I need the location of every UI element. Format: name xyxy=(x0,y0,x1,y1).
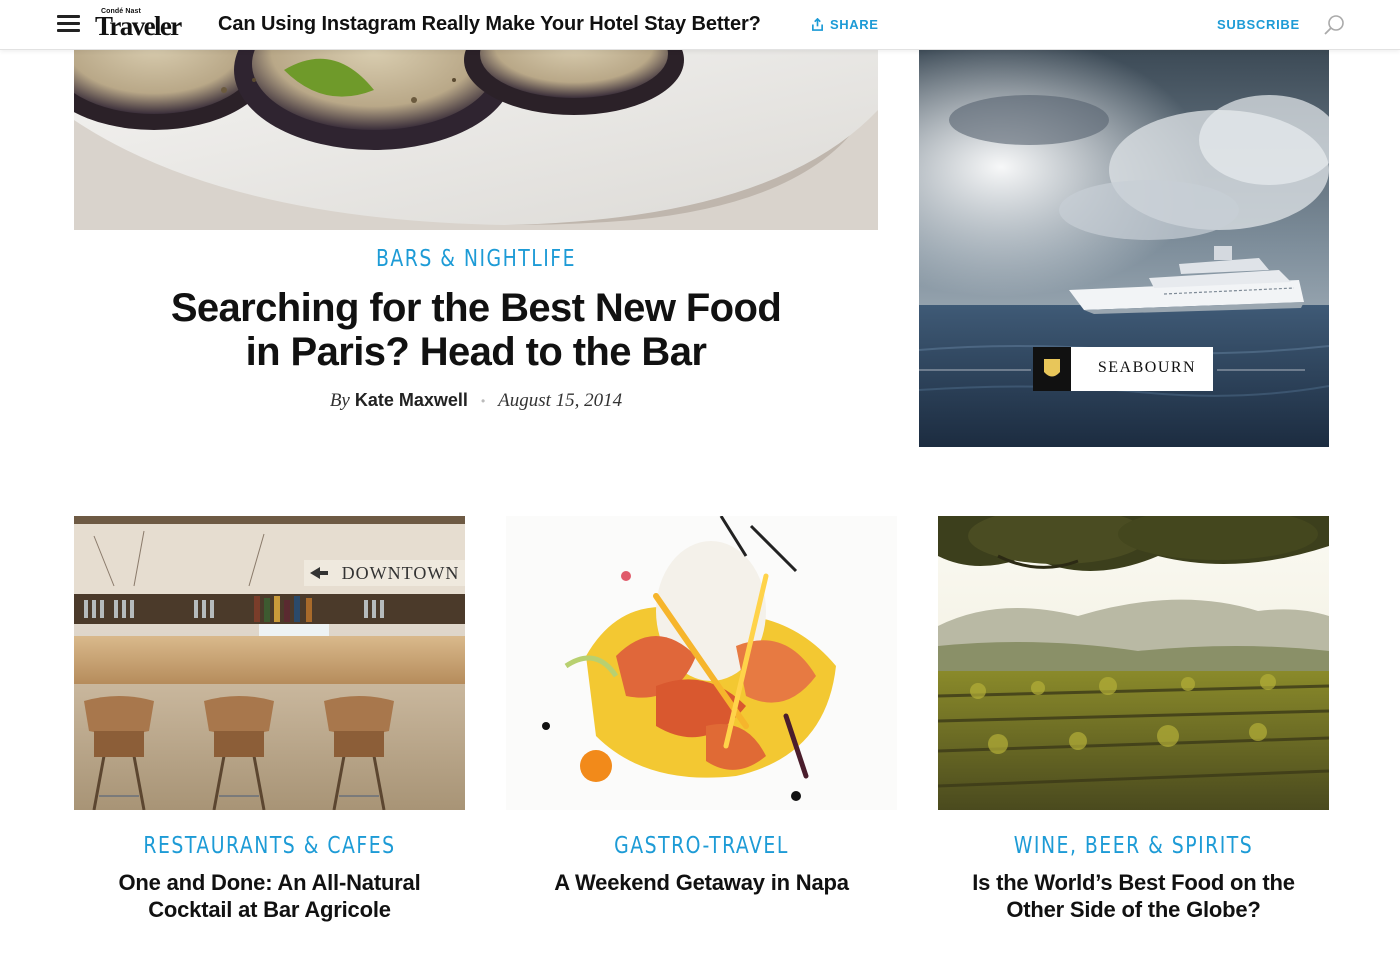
author-link[interactable]: Kate Maxwell xyxy=(355,390,468,410)
current-article-title: Can Using Instagram Really Make Your Hot… xyxy=(218,13,761,35)
share-button[interactable]: SHARE xyxy=(811,17,879,32)
featured-category-link[interactable]: BARS & NIGHTLIFE xyxy=(146,246,805,272)
featured-article-image[interactable] xyxy=(74,50,878,230)
publish-date: August 15, 2014 xyxy=(498,390,623,411)
featured-title-line-1: Searching for the Best New Food xyxy=(170,286,782,330)
article-card: DOWNTOWN RESTAURANTS & CAFES One and Don… xyxy=(74,516,465,923)
featured-article: BARS & NIGHTLIFE Searching for the Best … xyxy=(74,246,878,412)
top-navigation-bar: Condé Nast Traveler Can Using Instagram … xyxy=(0,0,1400,50)
menu-icon[interactable] xyxy=(57,15,80,33)
card-title-line-1: A Weekend Getaway in Napa xyxy=(554,870,849,895)
downtown-sign-text: DOWNTOWN xyxy=(341,563,460,583)
card-category-link[interactable]: GASTRO-TRAVEL xyxy=(541,833,862,859)
card-title-line-1: Is the World’s Best Food on the xyxy=(972,870,1295,895)
card-category-link[interactable]: WINE, BEER & SPIRITS xyxy=(973,833,1294,859)
share-icon xyxy=(812,18,823,31)
article-card: WINE, BEER & SPIRITS Is the World’s Best… xyxy=(938,516,1329,923)
byline-prefix: By xyxy=(329,390,350,411)
card-title[interactable]: One and Done: An All-Natural Cocktail at… xyxy=(74,869,465,923)
article-card-image[interactable] xyxy=(938,516,1329,810)
featured-title-line-2: in Paris? Head to the Bar xyxy=(245,330,707,374)
card-title-line-1: One and Done: An All-Natural xyxy=(118,870,421,895)
byline-separator: • xyxy=(480,394,486,409)
article-card-image[interactable]: DOWNTOWN xyxy=(74,516,465,810)
card-title-line-2: Other Side of the Globe? xyxy=(1006,897,1261,922)
site-logo[interactable]: Condé Nast Traveler xyxy=(95,8,182,40)
byline: By Kate Maxwell • August 15, 2014 xyxy=(74,390,878,412)
card-title[interactable]: Is the World’s Best Food on the Other Si… xyxy=(938,869,1329,923)
featured-article-title[interactable]: Searching for the Best New Food in Paris… xyxy=(74,286,878,374)
logo-traveler: Traveler xyxy=(95,11,182,41)
search-icon[interactable] xyxy=(1322,13,1346,37)
article-card: GASTRO-TRAVEL A Weekend Getaway in Napa xyxy=(506,516,897,896)
card-title-line-2: Cocktail at Bar Agricole xyxy=(148,897,391,922)
ad-brand-label: SEABOURN xyxy=(1097,359,1197,376)
card-category-link[interactable]: RESTAURANTS & CAFES xyxy=(109,833,430,859)
share-label: SHARE xyxy=(830,17,879,32)
subscribe-link[interactable]: SUBSCRIBE xyxy=(1217,17,1300,32)
card-title[interactable]: A Weekend Getaway in Napa xyxy=(506,869,897,896)
article-card-image[interactable] xyxy=(506,516,897,810)
seabourn-advertisement[interactable]: SEABOURN xyxy=(919,50,1329,447)
